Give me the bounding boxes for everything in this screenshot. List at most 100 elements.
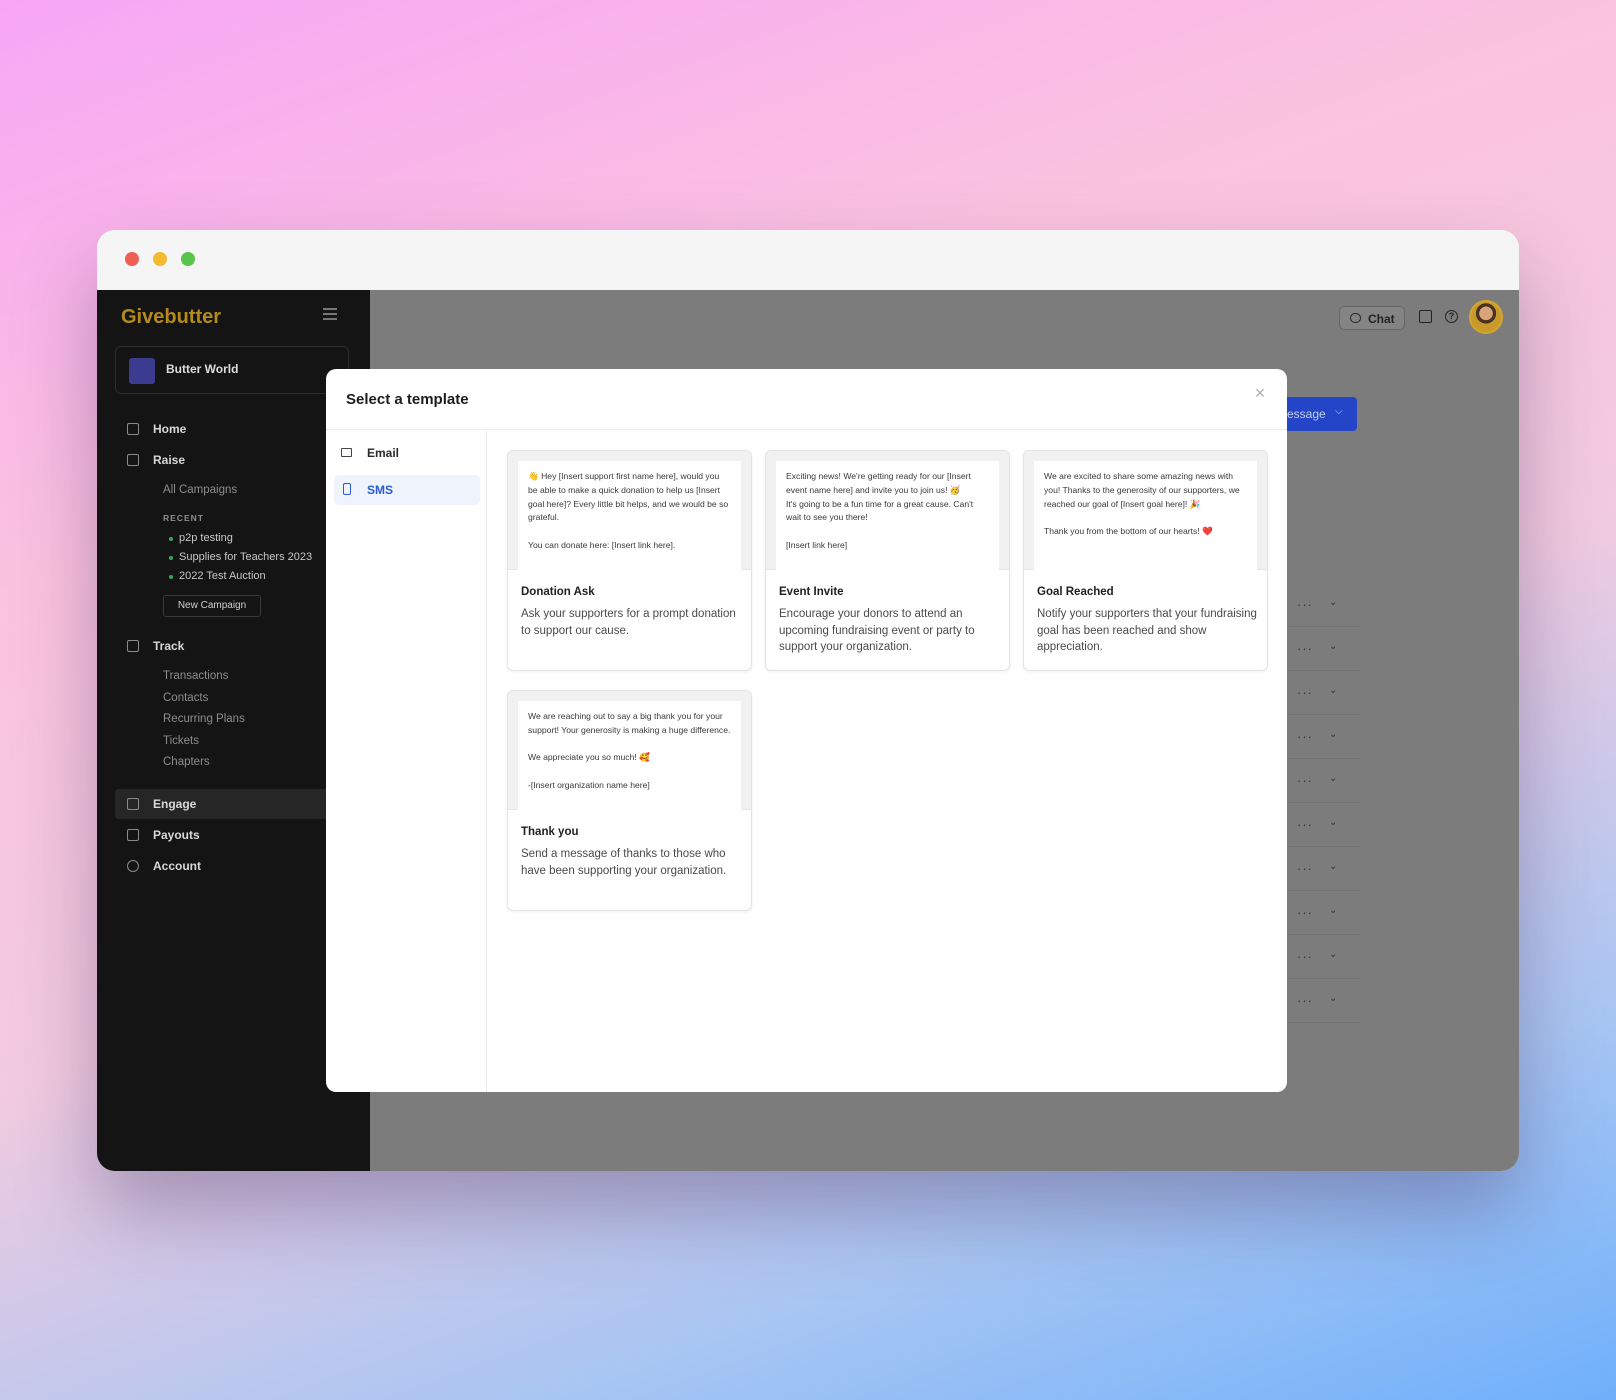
table-row[interactable]: ··· ⌄ [1287,937,1359,979]
sidebar-item-label: Raise [153,453,186,467]
home-icon [127,423,139,435]
table-row[interactable]: ··· ⌄ [1287,629,1359,671]
phone-icon [343,483,351,495]
wallet-icon [127,829,139,841]
preview-message: We are reaching out to say a big thank y… [518,701,741,810]
preview-text: 👋 Hey [Insert support first name here], … [528,471,729,550]
more-icon[interactable]: ··· [1297,641,1313,656]
sidebar-item-transactions[interactable]: Transactions [163,670,228,682]
table-row[interactable]: ··· ⌄ [1287,717,1359,759]
table-row[interactable]: ··· ⌄ [1287,673,1359,715]
template-description: Encourage your donors to attend an upcom… [779,608,975,654]
more-icon[interactable]: ··· [1297,949,1313,964]
table-row[interactable]: ··· ⌄ [1287,849,1359,891]
org-switcher[interactable]: Butter World [115,346,349,394]
gift-icon[interactable] [1419,310,1432,323]
more-icon[interactable]: ··· [1297,597,1313,612]
template-card-thank-you[interactable]: We are reaching out to say a big thank y… [507,690,752,911]
sidebar-item-label: Track [153,639,185,653]
chevron-down-icon[interactable]: ⌄ [1329,685,1337,696]
table-row[interactable]: ··· ⌄ [1287,761,1359,803]
preview-message: 👋 Hey [Insert support first name here], … [518,461,741,570]
template-description: Send a message of thanks to those who ha… [521,848,727,877]
tab-label: SMS [367,483,394,497]
chevron-down-icon[interactable]: ⌄ [1329,905,1337,916]
more-icon[interactable]: ··· [1297,905,1313,920]
avatar[interactable] [1469,300,1503,334]
preview-message: We are excited to share some amazing new… [1034,461,1257,570]
sidebar-item-label: Payouts [153,828,200,842]
clipboard-icon [127,640,139,652]
template-preview: We are excited to share some amazing new… [1024,451,1267,570]
more-icon[interactable]: ··· [1297,685,1313,700]
template-card-donation-ask[interactable]: 👋 Hey [Insert support first name here], … [507,450,752,671]
preview-text: We are excited to share some amazing new… [1044,471,1240,536]
template-preview: Exciting news! We're getting ready for o… [766,451,1009,570]
org-logo [129,358,155,384]
sidebar-item-label: Home [153,422,187,436]
recent-campaign-item[interactable]: p2p testing [169,532,233,544]
more-icon[interactable]: ··· [1297,773,1313,788]
sidebar-item-recurring-plans[interactable]: Recurring Plans [163,713,245,725]
mail-icon [127,798,139,810]
maximize-window-button[interactable] [181,252,195,266]
menu-icon[interactable] [323,308,337,320]
new-message-label: essage [1287,407,1326,421]
preview-text: Exciting news! We're getting ready for o… [786,471,974,550]
sidebar-item-contacts[interactable]: Contacts [163,692,208,704]
template-title: Goal Reached [1037,586,1114,598]
template-description: Ask your supporters for a prompt donatio… [521,608,736,637]
close-window-button[interactable] [125,252,139,266]
sidebar-item-label: Engage [153,797,197,811]
new-campaign-button[interactable]: New Campaign [163,595,261,617]
brand-logo[interactable]: Givebutter [121,306,221,329]
chat-button[interactable]: Chat [1339,306,1405,330]
chevron-down-icon[interactable]: ⌄ [1329,641,1337,652]
recent-heading: RECENT [163,513,204,523]
tab-label: Email [367,446,400,460]
modal-title: Select a template [346,391,469,408]
help-icon[interactable]: ? [1445,310,1458,323]
megaphone-icon [127,454,139,466]
recent-campaign-item[interactable]: 2022 Test Auction [169,570,266,582]
more-icon[interactable]: ··· [1297,993,1313,1008]
template-title: Donation Ask [521,586,595,598]
chevron-down-icon[interactable]: ⌄ [1329,993,1337,1004]
template-card-goal-reached[interactable]: We are excited to share some amazing new… [1023,450,1268,671]
table-row[interactable]: ··· ⌄ [1287,585,1359,627]
table-row[interactable]: ··· ⌄ [1287,981,1359,1023]
recent-campaign-item[interactable]: Supplies for Teachers 2023 [168,551,312,563]
preview-text: We are reaching out to say a big thank y… [528,711,731,790]
chevron-down-icon[interactable]: ⌄ [1329,773,1337,784]
sidebar-item-tickets[interactable]: Tickets [163,735,199,747]
org-name: Butter World [166,362,239,376]
template-modal: Select a template × Email SMS 👋 Hey [Ins… [326,369,1287,1092]
template-title: Thank you [521,826,579,838]
new-message-button[interactable]: essage ⌵ [1275,397,1357,431]
chevron-down-icon[interactable]: ⌄ [1329,861,1337,872]
chat-label: Chat [1368,312,1395,326]
template-card-event-invite[interactable]: Exciting news! We're getting ready for o… [765,450,1010,671]
chat-bubble-icon [1350,313,1361,323]
minimize-window-button[interactable] [153,252,167,266]
sidebar-item-label: Account [153,859,201,873]
close-icon[interactable]: × [1250,383,1270,403]
sidebar-item-chapters[interactable]: Chapters [163,756,210,768]
chevron-down-icon[interactable]: ⌄ [1329,949,1337,960]
template-description: Notify your supporters that your fundrai… [1037,608,1257,654]
preview-message: Exciting news! We're getting ready for o… [776,461,999,570]
tab-email[interactable]: Email [334,438,480,468]
mail-icon [341,448,352,457]
more-icon[interactable]: ··· [1297,729,1313,744]
window-titlebar [97,230,1519,290]
tab-sms[interactable]: SMS [334,475,480,505]
chevron-down-icon[interactable]: ⌄ [1329,729,1337,740]
table-row[interactable]: ··· ⌄ [1287,805,1359,847]
table-row[interactable]: ··· ⌄ [1287,893,1359,935]
more-icon[interactable]: ··· [1297,861,1313,876]
template-title: Event Invite [779,586,844,598]
chevron-down-icon[interactable]: ⌄ [1329,817,1337,828]
more-icon[interactable]: ··· [1297,817,1313,832]
chevron-down-icon[interactable]: ⌄ [1329,597,1337,608]
sidebar-item-all-campaigns[interactable]: All Campaigns [163,484,237,496]
